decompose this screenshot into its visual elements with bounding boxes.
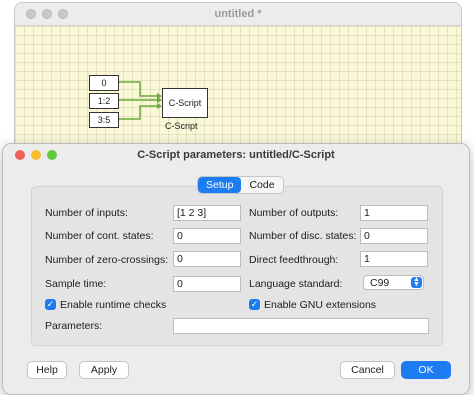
gnu-extensions-label: Enable GNU extensions <box>264 299 377 311</box>
minimize-window-button[interactable] <box>42 9 52 19</box>
apply-button[interactable]: Apply <box>79 361 129 379</box>
zoom-window-button[interactable] <box>58 9 68 19</box>
tab-bar: Setup Code <box>197 176 284 194</box>
wire-1 <box>118 81 161 97</box>
cscript-block-caption: C-Script <box>165 121 198 131</box>
runtime-checks-label: Enable runtime checks <box>60 299 167 311</box>
num-outputs-label: Number of outputs: <box>249 207 339 219</box>
window-controls <box>26 9 68 19</box>
help-button[interactable]: Help <box>27 361 67 379</box>
sample-time-label: Sample time: <box>45 278 107 290</box>
dialog-zoom-button[interactable] <box>47 150 57 160</box>
zero-crossings-label: Number of zero-crossings: <box>45 254 169 266</box>
zero-crossings-field[interactable]: 0 <box>173 251 241 267</box>
constant-block-0[interactable]: 0 <box>89 75 119 91</box>
cscript-block[interactable]: C-Script <box>162 88 208 118</box>
language-standard-select[interactable]: C99 ▲ ▼ <box>363 275 424 290</box>
cont-states-field[interactable]: 0 <box>173 228 241 244</box>
runtime-checks-checkbox[interactable]: ✓ <box>45 299 56 310</box>
parameters-field[interactable] <box>173 318 429 334</box>
tab-setup[interactable]: Setup <box>198 177 242 193</box>
constant-block-1-2[interactable]: 1:2 <box>89 93 119 109</box>
cont-states-label: Number of cont. states: <box>45 230 154 242</box>
disc-states-label: Number of disc. states: <box>249 230 357 242</box>
direct-feedthrough-label: Direct feedthrough: <box>249 254 339 266</box>
close-window-button[interactable] <box>26 9 36 19</box>
dialog-title: C-Script parameters: untitled/C-Script <box>137 149 335 161</box>
dialog-titlebar: C-Script parameters: untitled/C-Script <box>3 144 469 166</box>
cancel-button[interactable]: Cancel <box>340 361 395 379</box>
window-title: untitled * <box>214 8 262 20</box>
wire-3 <box>118 105 161 120</box>
main-titlebar: untitled * <box>15 3 461 26</box>
language-standard-value: C99 <box>370 277 390 289</box>
chevron-updown-icon: ▲ ▼ <box>411 276 422 288</box>
tab-code[interactable]: Code <box>241 177 282 193</box>
constant-block-3-5[interactable]: 3:5 <box>89 112 119 128</box>
disc-states-field[interactable]: 0 <box>360 228 428 244</box>
num-inputs-label: Number of inputs: <box>45 207 128 219</box>
language-standard-label: Language standard: <box>249 278 343 290</box>
gnu-extensions-checkbox[interactable]: ✓ <box>249 299 260 310</box>
dialog-close-button[interactable] <box>15 150 25 160</box>
num-inputs-field[interactable]: [1 2 3] <box>173 205 241 221</box>
num-outputs-field[interactable]: 1 <box>360 205 428 221</box>
parameters-label: Parameters: <box>45 320 103 332</box>
dialog-window-controls <box>15 150 57 160</box>
dialog-minimize-button[interactable] <box>31 150 41 160</box>
ok-button[interactable]: OK <box>401 361 451 379</box>
sample-time-field[interactable]: 0 <box>173 276 241 292</box>
direct-feedthrough-field[interactable]: 1 <box>360 251 428 267</box>
cscript-parameters-dialog: C-Script parameters: untitled/C-Script S… <box>2 143 470 395</box>
